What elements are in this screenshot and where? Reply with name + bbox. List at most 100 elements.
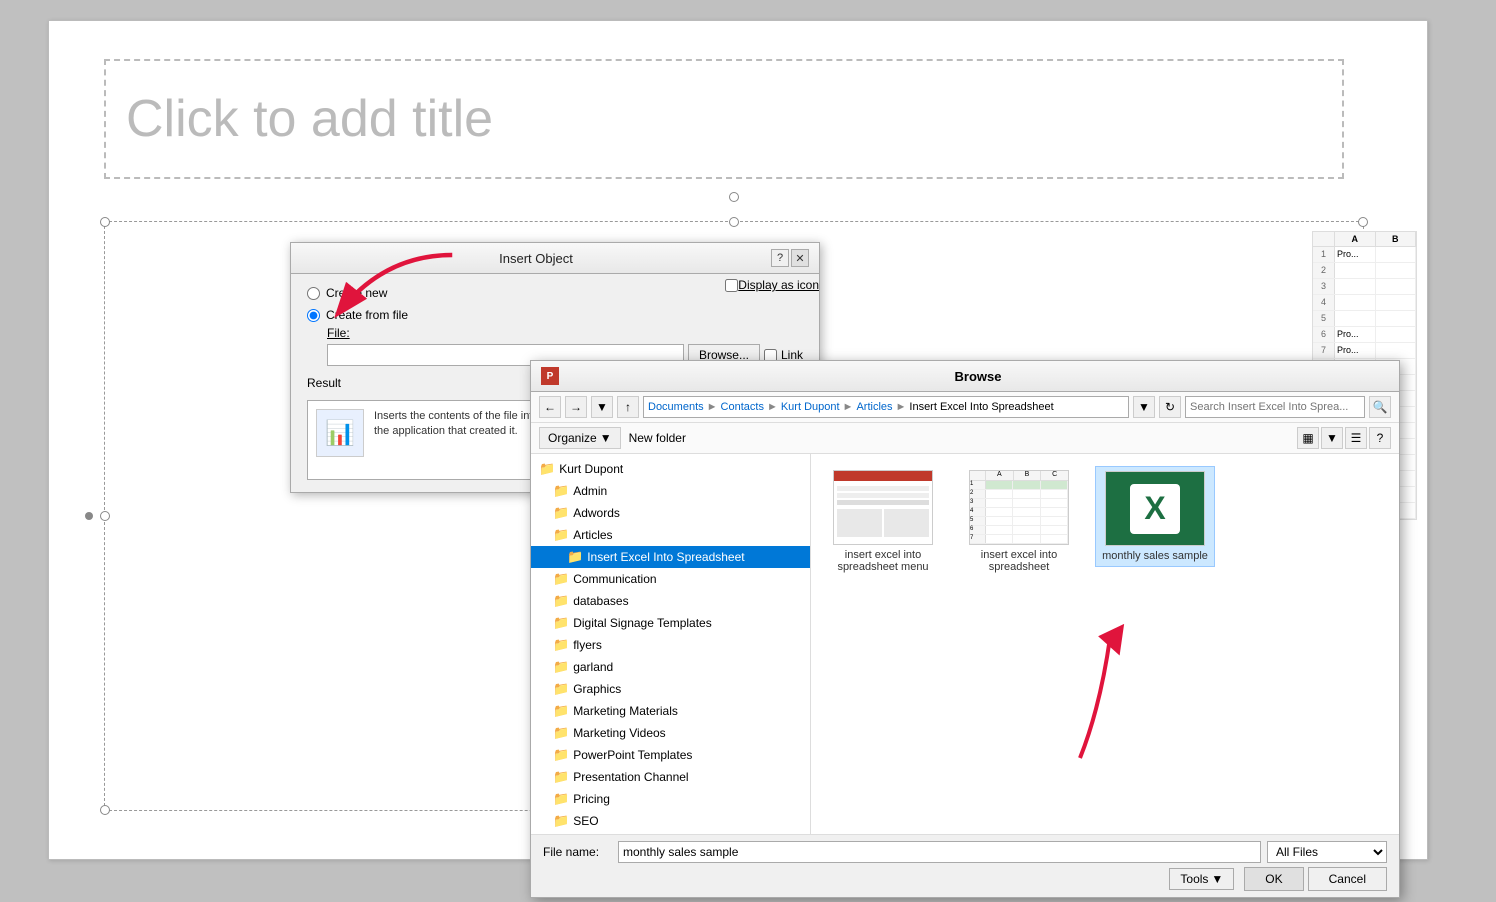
refresh-button[interactable]: ↻ — [1159, 396, 1181, 418]
excel-thumb-row: 5 — [970, 517, 1068, 526]
tree-label: Admin — [573, 484, 607, 498]
dialog-help-button[interactable]: ? — [771, 249, 789, 267]
file-label: File: — [327, 326, 803, 340]
display-as-icon-checkbox[interactable] — [725, 279, 738, 292]
tree-item-pricing[interactable]: 📁Pricing — [531, 788, 810, 810]
spreadsheet-row: 3 — [1313, 279, 1416, 295]
filename-input[interactable] — [618, 841, 1261, 863]
back-button[interactable]: ← — [539, 396, 561, 418]
breadcrumb-sep-1: ► — [707, 401, 718, 413]
browse-navbar: ← → ▼ ↑ Documents ► Contacts ► Kurt Dupo… — [531, 392, 1399, 423]
tree-item-graphics[interactable]: 📁Graphics — [531, 678, 810, 700]
dropdown-path-button[interactable]: ▼ — [1133, 396, 1155, 418]
excel-thumb-row: 2 — [970, 490, 1068, 499]
help-button-browse[interactable]: ? — [1369, 427, 1391, 449]
excel-thumb-row: 3 — [970, 499, 1068, 508]
browse-toolbar: Organize ▼ New folder ▦ ▼ ☰ ? — [531, 423, 1399, 454]
browse-tree[interactable]: 📁Kurt Dupont📁Admin📁Adwords📁Articles📁Inse… — [531, 454, 811, 834]
file-item-menu[interactable]: insert excel into spreadsheet menu — [823, 466, 943, 577]
tree-label: Articles — [573, 528, 612, 542]
tree-label: Insert Excel Into Spreadsheet — [587, 550, 744, 564]
view-large-icons-button[interactable]: ▦ — [1297, 427, 1319, 449]
create-from-file-label: Create from file — [326, 308, 408, 322]
tree-label: Communication — [573, 572, 656, 586]
forward-button[interactable]: → — [565, 396, 587, 418]
create-from-file-radio[interactable] — [307, 309, 320, 322]
cancel-button[interactable]: Cancel — [1308, 867, 1387, 891]
tree-label: Kurt Dupont — [559, 462, 623, 476]
ppt-icon: P — [541, 367, 559, 385]
breadcrumb-contacts[interactable]: Contacts — [721, 401, 764, 413]
view-dropdown-button[interactable]: ▼ — [1321, 427, 1343, 449]
view-details-button[interactable]: ☰ — [1345, 427, 1367, 449]
tools-label: Tools — [1180, 872, 1208, 886]
new-folder-button[interactable]: New folder — [621, 428, 694, 448]
dropdown-button[interactable]: ▼ — [591, 396, 613, 418]
browse-content: 📁Kurt Dupont📁Admin📁Adwords📁Articles📁Inse… — [531, 454, 1399, 834]
spreadsheet-row: 5 — [1313, 311, 1416, 327]
slide-title-placeholder[interactable]: Click to add title — [104, 59, 1344, 179]
up-button[interactable]: ↑ — [617, 396, 639, 418]
tree-label: garland — [573, 660, 613, 674]
file-item-monthly[interactable]: X monthly sales sample — [1095, 466, 1215, 567]
browse-title: Browse — [567, 369, 1389, 384]
tree-item-admin[interactable]: 📁Admin — [531, 480, 810, 502]
tree-item-articles[interactable]: 📁Articles — [531, 524, 810, 546]
file-name-spreadsheet: insert excel into spreadsheet — [963, 549, 1075, 573]
tree-item-powerpoint-templates[interactable]: 📁PowerPoint Templates — [531, 744, 810, 766]
tree-label: Pricing — [573, 792, 610, 806]
tree-item-insert-excel-into-spreadsheet[interactable]: 📁Insert Excel Into Spreadsheet — [531, 546, 810, 568]
tree-label: databases — [573, 594, 628, 608]
file-thumb-monthly: X — [1105, 471, 1205, 546]
spreadsheet-row: 4 — [1313, 295, 1416, 311]
breadcrumb-kurt-dupont[interactable]: Kurt Dupont — [781, 401, 840, 413]
spreadsheet-row: 6Pro... — [1313, 327, 1416, 343]
excel-thumb-row: 7 — [970, 535, 1068, 544]
dialog-close-button[interactable]: ✕ — [791, 249, 809, 267]
create-new-radio[interactable] — [307, 287, 320, 300]
excel-thumb-row: 4 — [970, 508, 1068, 517]
browse-titlebar: P Browse — [531, 361, 1399, 392]
tree-item-garland[interactable]: 📁garland — [531, 656, 810, 678]
display-as-icon-label: Display as icon — [738, 278, 819, 292]
file-name-menu: insert excel into spreadsheet menu — [827, 549, 939, 573]
file-item-spreadsheet[interactable]: A B C 1234567 insert excel into spreadsh… — [959, 466, 1079, 577]
search-button[interactable]: 🔍 — [1369, 396, 1391, 418]
file-thumb-menu — [833, 470, 933, 545]
tree-label: Graphics — [573, 682, 621, 696]
breadcrumb-documents[interactable]: Documents — [648, 401, 704, 413]
spreadsheet-row: 1Pro... — [1313, 247, 1416, 263]
browse-search-input[interactable] — [1185, 396, 1365, 418]
breadcrumb-articles[interactable]: Articles — [856, 401, 892, 413]
browse-bottom: File name: All Files Tools ▼ OK Cancel — [531, 834, 1399, 897]
ok-button[interactable]: OK — [1244, 867, 1303, 891]
tree-item-presentation-channel[interactable]: 📁Presentation Channel — [531, 766, 810, 788]
breadcrumb-sep-2: ► — [767, 401, 778, 413]
tree-item-marketing-videos[interactable]: 📁Marketing Videos — [531, 722, 810, 744]
browse-main-area: insert excel into spreadsheet menu A B C… — [811, 454, 1399, 834]
filetype-select[interactable]: All Files — [1267, 841, 1387, 863]
breadcrumb-sep-4: ► — [896, 401, 907, 413]
tree-label: Presentation Channel — [573, 770, 688, 784]
browse-dialog: P Browse ← → ▼ ↑ Documents ► Contacts ► … — [530, 360, 1400, 898]
tree-item-communication[interactable]: 📁Communication — [531, 568, 810, 590]
organize-button[interactable]: Organize ▼ — [539, 427, 621, 449]
spreadsheet-row: 7Pro... — [1313, 343, 1416, 359]
tree-label: flyers — [573, 638, 602, 652]
tree-label: SEO — [573, 814, 598, 828]
excel-icon: X — [1106, 472, 1204, 545]
file-name-monthly: monthly sales sample — [1102, 550, 1208, 562]
tree-item-flyers[interactable]: 📁flyers — [531, 634, 810, 656]
breadcrumb-bar: Documents ► Contacts ► Kurt Dupont ► Art… — [643, 396, 1129, 418]
tree-item-adwords[interactable]: 📁Adwords — [531, 502, 810, 524]
file-thumb-spreadsheet: A B C 1234567 — [969, 470, 1069, 545]
tree-item-marketing-materials[interactable]: 📁Marketing Materials — [531, 700, 810, 722]
tools-button[interactable]: Tools ▼ — [1169, 868, 1234, 890]
tree-item-seo[interactable]: 📁SEO — [531, 810, 810, 832]
spreadsheet-row: 2 — [1313, 263, 1416, 279]
tree-item-digital-signage-templates[interactable]: 📁Digital Signage Templates — [531, 612, 810, 634]
tree-item-kurt-dupont[interactable]: 📁Kurt Dupont — [531, 458, 810, 480]
tree-item-databases[interactable]: 📁databases — [531, 590, 810, 612]
tools-dropdown-icon: ▼ — [1211, 872, 1223, 886]
organize-dropdown-icon: ▼ — [600, 431, 612, 445]
